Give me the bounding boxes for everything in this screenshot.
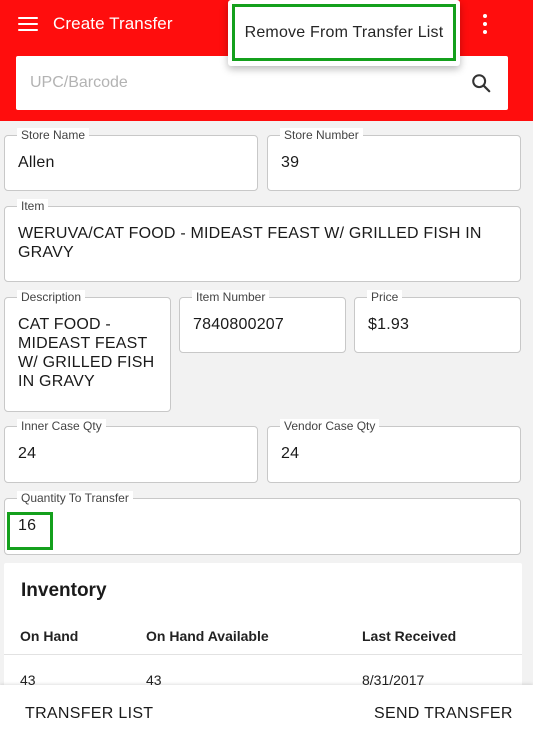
item-number-field[interactable]: Item Number 7840800207: [179, 290, 346, 353]
column-header-on-hand: On Hand: [20, 628, 79, 644]
bottom-action-bar: TRANSFER LIST SEND TRANSFER: [0, 685, 533, 742]
overflow-menu: Remove From Transfer List: [228, 0, 460, 66]
item-label: Item: [17, 199, 49, 213]
quantity-to-transfer-field[interactable]: Quantity To Transfer 16: [4, 491, 521, 555]
inventory-divider: [4, 654, 522, 655]
description-value: CAT FOOD - MIDEAST FEAST W/ GRILLED FISH…: [18, 316, 155, 390]
price-value: $1.93: [368, 316, 410, 333]
column-header-on-hand-available: On Hand Available: [146, 628, 269, 644]
inner-case-qty-label: Inner Case Qty: [17, 419, 106, 433]
remove-from-transfer-list-menu-item[interactable]: Remove From Transfer List: [232, 4, 456, 61]
item-field[interactable]: Item WERUVA/CAT FOOD - MIDEAST FEAST W/ …: [4, 199, 521, 282]
inventory-title: Inventory: [21, 580, 107, 601]
column-header-last-received: Last Received: [362, 628, 457, 644]
store-name-value: Allen: [18, 154, 55, 171]
description-field[interactable]: Description CAT FOOD - MIDEAST FEAST W/ …: [4, 290, 171, 412]
send-transfer-button[interactable]: SEND TRANSFER: [374, 685, 513, 742]
transfer-list-button[interactable]: TRANSFER LIST: [25, 685, 153, 742]
search-icon[interactable]: [470, 72, 492, 94]
price-label: Price: [367, 290, 403, 304]
store-number-field[interactable]: Store Number 39: [267, 128, 521, 191]
store-number-value: 39: [281, 154, 300, 171]
store-name-label: Store Name: [17, 128, 90, 142]
more-options-icon[interactable]: [476, 14, 494, 34]
page-title: Create Transfer: [53, 14, 173, 33]
item-number-value: 7840800207: [193, 316, 284, 333]
vendor-case-qty-label: Vendor Case Qty: [280, 419, 380, 433]
vendor-case-qty-field[interactable]: Vendor Case Qty 24: [267, 419, 521, 483]
item-value: WERUVA/CAT FOOD - MIDEAST FEAST W/ GRILL…: [18, 225, 482, 261]
vendor-case-qty-value: 24: [281, 445, 300, 462]
inner-case-qty-value: 24: [18, 445, 37, 462]
item-number-label: Item Number: [192, 290, 270, 304]
inventory-card: Inventory On Hand On Hand Available Last…: [4, 563, 522, 693]
store-number-label: Store Number: [280, 128, 363, 142]
inner-case-qty-field[interactable]: Inner Case Qty 24: [4, 419, 258, 483]
price-field[interactable]: Price $1.93: [354, 290, 521, 353]
quantity-to-transfer-value[interactable]: 16: [18, 516, 36, 535]
description-label: Description: [17, 290, 86, 304]
hamburger-menu-icon[interactable]: [18, 17, 38, 31]
quantity-to-transfer-label: Quantity To Transfer: [17, 491, 133, 505]
store-name-field[interactable]: Store Name Allen: [4, 128, 258, 191]
